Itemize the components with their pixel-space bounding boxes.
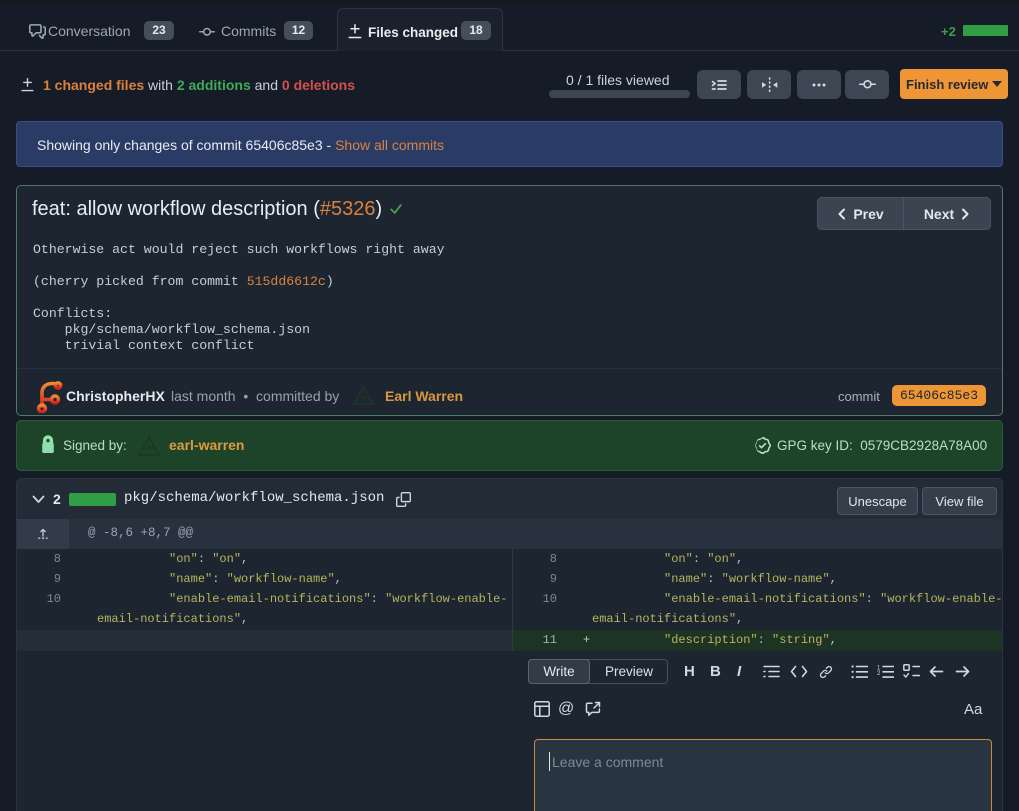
svg-text:2: 2 bbox=[877, 671, 881, 677]
